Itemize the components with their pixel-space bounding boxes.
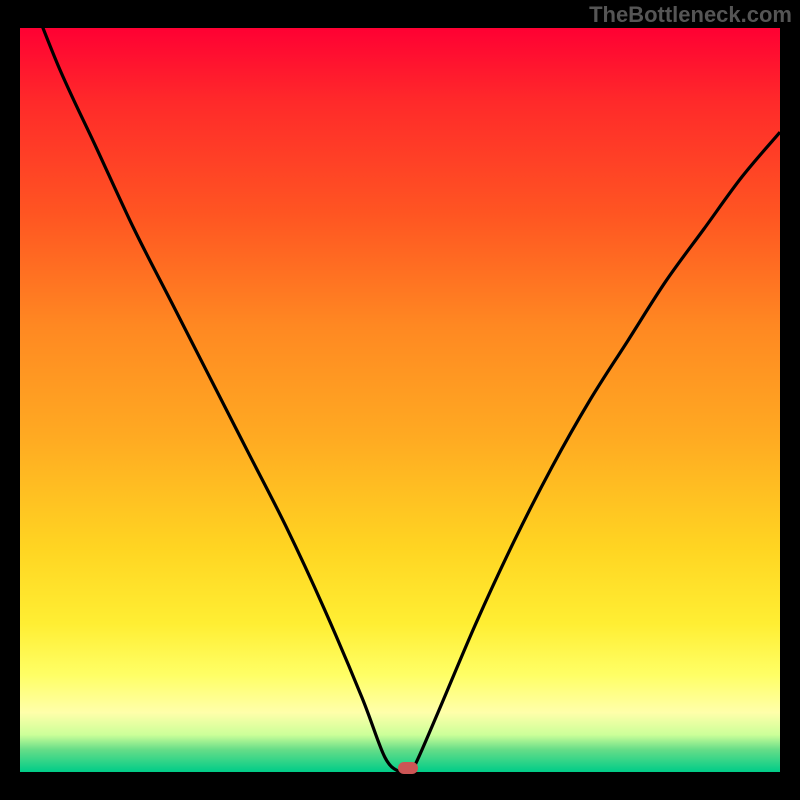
bottleneck-curve — [20, 28, 780, 772]
attribution-text: TheBottleneck.com — [589, 2, 792, 28]
chart-plot-area — [20, 28, 780, 772]
optimal-point-marker — [398, 762, 418, 774]
